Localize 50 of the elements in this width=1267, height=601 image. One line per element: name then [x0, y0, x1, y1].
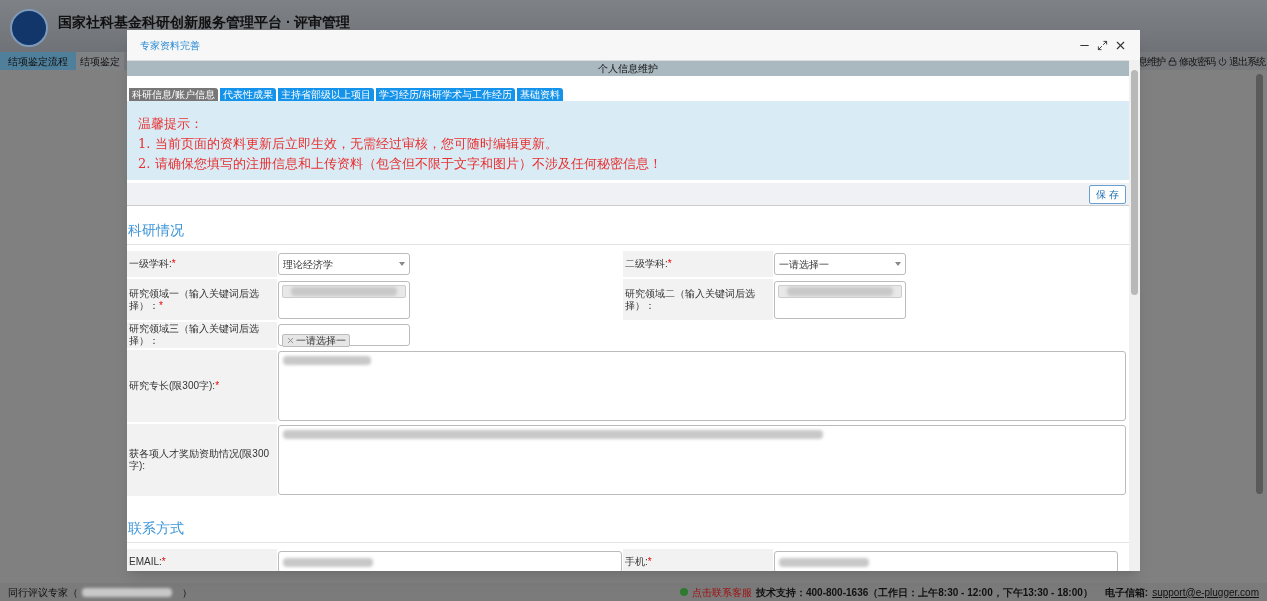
notice-text: 2. 请确保您填写的注册信息和上传资料（包含但不限于文字和图片）不涉及任何秘密信息！ [138, 155, 663, 173]
save-button[interactable]: 保 存 [1089, 184, 1126, 204]
field-label: EMAIL:* [129, 556, 166, 568]
logo-icon [10, 9, 48, 47]
tab[interactable]: 学习经历/科研学术与工作经历 [375, 88, 515, 101]
input-field[interactable] [278, 551, 622, 571]
nav-tab[interactable]: 结项鉴定流程 [0, 52, 76, 70]
power-icon [1218, 56, 1227, 66]
field-label: 获各项人才奖励资助情况(限300字): [129, 448, 270, 472]
lock-icon [1168, 56, 1177, 66]
caret-icon [895, 262, 901, 266]
chat-icon [680, 588, 688, 596]
support-text: 技术支持：400-800-1636（工作日：上午8:30 - 12:00，下午13:30 - 18:00） [756, 585, 1093, 600]
field-label: 研究领域三（输入关键词后选择）： [129, 323, 260, 347]
user-link[interactable]: 退出系统 [1218, 53, 1265, 69]
notice-text: 1. 当前页面的资料更新后立即生效，无需经过审核，您可随时编辑更新。 [138, 135, 559, 153]
field-label: 一级学科:* [129, 258, 176, 270]
section-header-bar: 个人信息维护 [127, 61, 1129, 76]
tag-input-field[interactable] [774, 281, 906, 319]
dialog-title: 专家资料完善 [140, 38, 200, 53]
input-field[interactable] [774, 551, 1118, 571]
caret-icon [399, 262, 405, 266]
field-label: 研究领域一（输入关键词后选择）：* [129, 287, 260, 312]
field-label: 研究专长(限300字):* [129, 380, 220, 392]
section-title: 科研情况 [127, 206, 1129, 245]
remove-icon[interactable] [286, 336, 295, 345]
app-title: 国家社科基金科研创新服务管理平台 · 评审管理 [58, 14, 351, 30]
nav-tab[interactable]: 结项鉴定 [76, 52, 124, 70]
tag-chip[interactable]: 一请选择一 [282, 334, 350, 347]
email-link[interactable]: support@e-plugger.com [1152, 584, 1259, 600]
notice-title: 温馨提示： [138, 115, 204, 133]
tag-input-field[interactable] [278, 281, 410, 319]
tab[interactable]: 科研信息/账户信息 [129, 88, 218, 101]
tab[interactable]: 主持省部级以上项目 [277, 88, 374, 101]
field-label: 手机:* [625, 556, 652, 568]
tab[interactable]: 代表性成果 [219, 88, 276, 101]
user-link[interactable]: 修改密码 [1168, 53, 1215, 69]
field-label: 研究领域二（输入关键词后选择）： [625, 287, 756, 312]
email-label: 电子信箱: [1104, 585, 1149, 600]
field-label: 二级学科:* [625, 258, 672, 270]
maximize-icon[interactable] [1097, 39, 1108, 51]
select-field[interactable]: 一请选择一 [774, 253, 906, 275]
text-area[interactable] [278, 425, 1126, 495]
select-field[interactable]: 理论经济学 [278, 253, 410, 275]
tab[interactable]: 基础资料 [516, 88, 563, 101]
user-role-text: 同行评议专家（ [8, 585, 78, 600]
tag-input-field[interactable]: 一请选择一 [278, 324, 410, 346]
text-area[interactable] [278, 351, 1126, 421]
bracket-text: ） [182, 585, 192, 600]
section-title: 联系方式 [127, 504, 1129, 543]
